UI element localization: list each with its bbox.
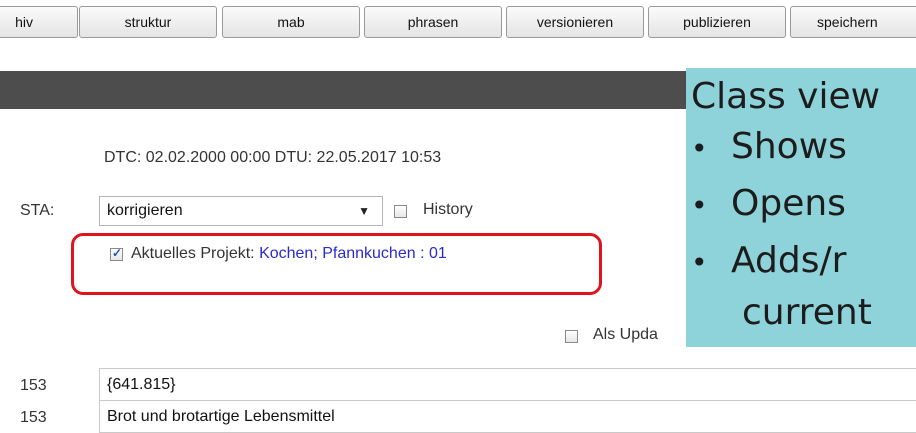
toolbar: hiv struktur mab phrasen versionieren pu… — [0, 0, 916, 44]
bullet-icon: • — [691, 245, 708, 279]
update-checkbox[interactable] — [565, 330, 578, 343]
struktur-button[interactable]: struktur — [79, 6, 217, 38]
callout-bullet: • Shows — [691, 126, 847, 167]
class-name-field[interactable]: Brot und brotartige Lebensmittel — [99, 400, 916, 433]
dropdown-arrow-icon: ▼ — [358, 204, 370, 218]
history-checkbox[interactable] — [394, 205, 407, 218]
bullet-icon: • — [691, 188, 708, 222]
callout-bullet: • Opens — [691, 183, 846, 224]
callout-bullet: • Adds/r — [691, 240, 847, 281]
update-label: Als Upda — [593, 326, 658, 343]
mab-button[interactable]: mab — [222, 6, 360, 38]
sta-label: STA: — [20, 202, 55, 219]
callout-continuation: current — [742, 292, 872, 333]
highlight-box — [71, 233, 602, 295]
sta-select-value: korrigieren — [107, 202, 183, 219]
field-label: 153 — [20, 409, 47, 426]
annotation-callout: Class view • Shows • Opens • Adds/r current — [686, 68, 916, 347]
history-label: History — [423, 201, 473, 218]
field-label: 153 — [20, 377, 47, 394]
speichern-button[interactable]: speichern — [790, 6, 916, 38]
class-code-field[interactable]: {641.815} — [99, 368, 916, 401]
publizieren-button[interactable]: publizieren — [648, 6, 786, 38]
bullet-icon: • — [691, 131, 708, 165]
versionieren-button[interactable]: versionieren — [506, 6, 644, 38]
sta-select[interactable]: korrigieren ▼ — [99, 196, 383, 226]
callout-title: Class view — [691, 76, 881, 117]
record-dates: DTC: 02.02.2000 00:00 DTU: 22.05.2017 10… — [104, 149, 442, 166]
hiv-button[interactable]: hiv — [0, 6, 78, 38]
header-bar — [0, 71, 700, 109]
phrasen-button[interactable]: phrasen — [364, 6, 502, 38]
